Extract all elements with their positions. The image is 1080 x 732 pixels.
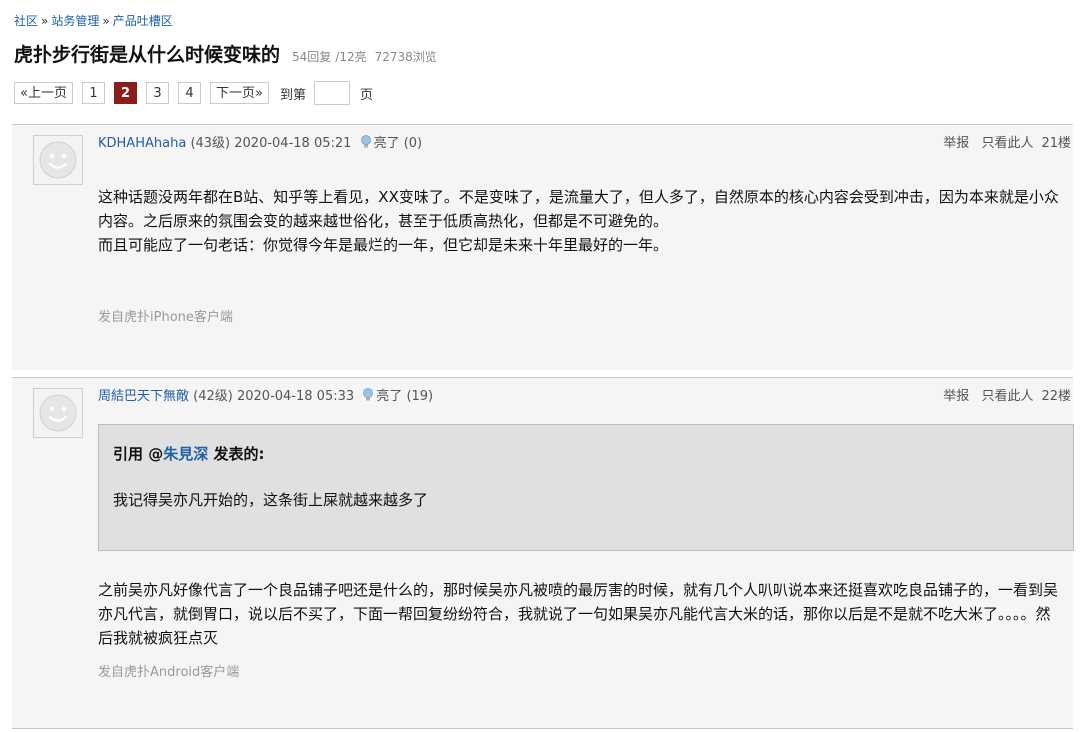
light-count: (19)	[406, 389, 434, 404]
breadcrumb-product-feedback[interactable]: 产品吐槽区	[113, 14, 173, 28]
light-button[interactable]: 亮了 (19)	[358, 388, 434, 404]
page-2-button[interactable]: 2	[113, 82, 138, 104]
thread-stats: 54回复/12亮 72738浏览	[292, 48, 441, 65]
breadcrumb-site-admin[interactable]: 站务管理	[51, 14, 99, 28]
light-label: 亮了	[373, 136, 400, 151]
only-author-link[interactable]: 只看此人	[981, 389, 1033, 404]
thread-title: 虎扑步行街是从什么时候变味的	[14, 44, 281, 66]
pagination: «上一页 1 2 3 4 下一页» 到第 页	[14, 81, 373, 105]
light-button[interactable]: 亮了 (0)	[356, 135, 423, 151]
light-label: 亮了	[376, 389, 403, 404]
light-count: /12亮	[335, 50, 367, 64]
post-content: 这种话题没两年都在B站、知乎等上看见，XX变味了。不是变味了，是流量大了，但人多…	[98, 185, 1063, 257]
quoted-user-link[interactable]: 朱見深	[163, 445, 208, 463]
post-paragraph: 而且可能应了一句老话：你觉得今年是最烂的一年，但它却是未来十年里最好的一年。	[98, 236, 669, 254]
default-avatar-icon	[39, 141, 77, 179]
avatar[interactable]	[33, 388, 83, 438]
reply-count: 54回复	[292, 50, 332, 64]
goto-label: 到第	[279, 87, 306, 103]
page-3-button[interactable]: 3	[146, 82, 170, 104]
author-level: (43级)	[190, 136, 231, 151]
avatar[interactable]	[33, 135, 83, 185]
quote-prefix: 引用 @	[113, 445, 164, 463]
breadcrumb-separator: »	[41, 14, 49, 28]
breadcrumb-separator: »	[102, 14, 110, 28]
post-floor-21: KDHAHAhaha (43级) 2020-04-18 05:21 亮了 (0)…	[12, 124, 1073, 370]
quote-block: 引用 @朱見深 发表的: 我记得吴亦凡开始的，这条街上屎就越来越多了	[98, 424, 1074, 551]
post-header: KDHAHAhaha (43级) 2020-04-18 05:21 亮了 (0)…	[98, 132, 1071, 151]
lightbulb-icon	[360, 135, 371, 148]
report-link[interactable]: 举报	[943, 136, 969, 151]
default-avatar-icon	[39, 394, 77, 432]
client-source: 发自虎扑Android客户端	[98, 665, 240, 680]
only-author-link[interactable]: 只看此人	[981, 136, 1033, 151]
page-4-button[interactable]: 4	[178, 82, 202, 104]
post-time: 2020-04-18 05:33	[236, 389, 355, 404]
author-name[interactable]: 周結巴天下無敵	[98, 389, 189, 404]
quote-suffix: 发表的:	[208, 445, 265, 463]
floor-number: 22楼	[1041, 389, 1071, 404]
next-page-button[interactable]: 下一页»	[210, 82, 269, 104]
post-paragraph: 之前吴亦凡好像代言了一个良品铺子吧还是什么的，那时候吴亦凡被喷的最厉害的时候，就…	[98, 581, 1059, 647]
light-count: (0)	[403, 136, 423, 151]
breadcrumb: 社区» 站务管理» 产品吐槽区	[14, 12, 173, 29]
post-paragraph: 这种话题没两年都在B站、知乎等上看见，XX变味了。不是变味了，是流量大了，但人多…	[98, 188, 1059, 230]
post-content: 之前吴亦凡好像代言了一个良品铺子吧还是什么的，那时候吴亦凡被喷的最厉害的时候，就…	[98, 578, 1063, 650]
post-time: 2020-04-18 05:21	[234, 136, 352, 151]
page-unit-label: 页	[360, 87, 374, 103]
goto-page-input[interactable]	[314, 81, 350, 105]
author-level: (42级)	[193, 389, 233, 404]
report-link[interactable]: 举报	[943, 389, 969, 404]
lightbulb-icon	[363, 388, 374, 401]
thread-header: 虎扑步行街是从什么时候变味的 54回复/12亮 72738浏览	[14, 40, 441, 67]
client-source: 发自虎扑iPhone客户端	[98, 310, 233, 325]
quote-header: 引用 @朱見深 发表的:	[113, 443, 264, 464]
quote-text: 我记得吴亦凡开始的，这条街上屎就越来越多了	[113, 491, 429, 509]
floor-number: 21楼	[1041, 136, 1071, 151]
page-1-button[interactable]: 1	[81, 82, 105, 104]
breadcrumb-community[interactable]: 社区	[14, 14, 38, 28]
prev-page-button[interactable]: «上一页	[14, 82, 73, 104]
author-name[interactable]: KDHAHAhaha	[98, 136, 186, 151]
view-count: 72738浏览	[374, 50, 437, 64]
post-floor-22: 周結巴天下無敵 (42级) 2020-04-18 05:33 亮了 (19) 举…	[12, 377, 1074, 729]
post-header: 周結巴天下無敵 (42级) 2020-04-18 05:33 亮了 (19) 举…	[98, 385, 1071, 404]
